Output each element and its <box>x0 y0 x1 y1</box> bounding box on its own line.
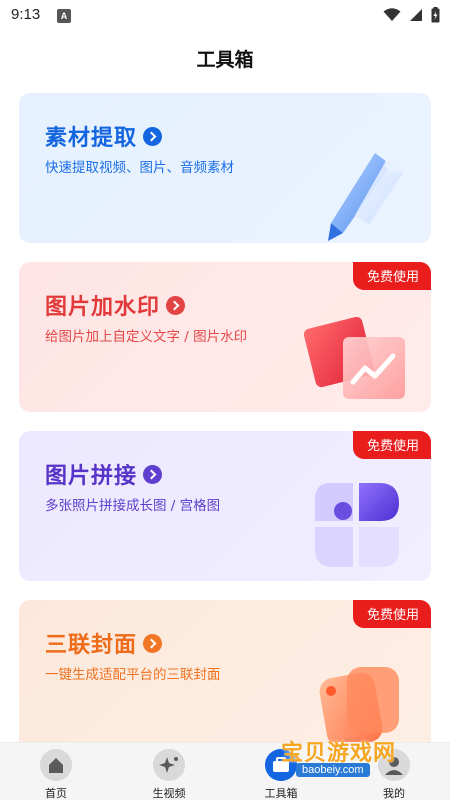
nav-label: 生视频 <box>152 787 186 800</box>
wifi-icon <box>383 8 401 21</box>
arrow-right-icon <box>143 464 163 484</box>
notification-icon: A <box>57 9 71 23</box>
card-title-text: 三联封面 <box>45 633 138 658</box>
sparkle-icon <box>153 749 185 781</box>
grid-flower-illustration-icon <box>315 483 399 567</box>
image-chart-illustration-icon <box>303 316 405 399</box>
nav-label: 工具箱 <box>264 787 298 800</box>
status-icons <box>383 7 440 23</box>
card-title-text: 素材提取 <box>45 126 138 151</box>
arrow-right-icon <box>143 126 163 146</box>
status-time: 9:13 <box>11 6 41 23</box>
nav-item-generate-video[interactable]: 生视频 <box>124 743 214 800</box>
card-title-text: 图片拼接 <box>45 464 138 489</box>
battery-icon <box>431 7 440 23</box>
watermark-url: baobeiy.com <box>296 763 370 777</box>
card-description: 给图片加上自定义文字 / 图片水印 <box>45 329 248 345</box>
card-description: 一键生成适配平台的三联封面 <box>45 667 221 683</box>
tool-card-image-watermark[interactable]: 免费使用 图片加水印 给图片加上自定义文字 / 图片水印 <box>19 262 431 412</box>
card-title: 图片加水印 <box>45 289 186 321</box>
card-title: 三联封面 <box>45 627 163 659</box>
arrow-right-icon <box>166 295 186 315</box>
status-bar: 9:13 A <box>0 0 450 32</box>
free-use-badge: 免费使用 <box>352 600 431 628</box>
page-title: 工具箱 <box>196 49 254 71</box>
tool-card-material-extract[interactable]: 素材提取 快速提取视频、图片、音频素材 <box>19 93 431 243</box>
free-use-badge: 免费使用 <box>352 262 431 290</box>
signal-icon <box>410 9 422 21</box>
nav-label: 我的 <box>383 787 405 800</box>
card-description: 快速提取视频、图片、音频素材 <box>45 160 234 176</box>
nav-item-home[interactable]: 首页 <box>11 743 101 800</box>
free-use-badge: 免费使用 <box>352 431 431 459</box>
tool-card-image-stitch[interactable]: 免费使用 图片拼接 多张照片拼接成长图 / 宫格图 <box>19 431 431 581</box>
card-description: 多张照片拼接成长图 / 宫格图 <box>45 498 221 514</box>
nav-label: 首页 <box>45 787 67 800</box>
card-title: 图片拼接 <box>45 458 163 490</box>
pen-illustration-icon <box>328 153 405 241</box>
card-title-text: 图片加水印 <box>45 295 161 320</box>
site-watermark: 宝贝游戏网 baobeiy.com <box>276 735 426 785</box>
card-title: 素材提取 <box>45 120 163 152</box>
home-icon <box>40 749 72 781</box>
arrow-right-icon <box>143 633 163 653</box>
